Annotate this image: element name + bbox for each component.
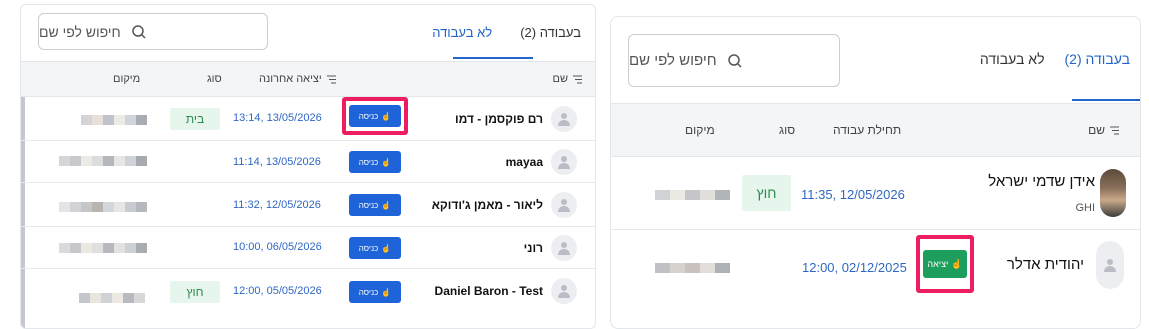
finger-tap-icon: ☝ (381, 157, 392, 167)
finger-tap-icon: ☝ (381, 200, 392, 210)
avatar (551, 106, 577, 132)
column-type: סוג (207, 73, 222, 85)
location-blurred (81, 115, 147, 125)
tab-working[interactable]: בעבודה (2) (1055, 17, 1141, 101)
work-start-time: 12:00, 02/12/2025 (802, 260, 907, 275)
table-header: שם יציאה אחרונה סוג מיקום (21, 61, 595, 97)
finger-tap-icon: ☝ (381, 111, 392, 121)
enter-button[interactable]: ☝ כניסה (349, 151, 401, 173)
sort-icon (1110, 126, 1119, 134)
avatar (551, 192, 577, 218)
employee-name: רם פוקסמן - דמו (454, 112, 543, 126)
enter-button[interactable]: ☝ כניסה (349, 105, 401, 127)
last-exit-time: 12:00, 05/05/2026 (233, 285, 322, 297)
last-exit-time: 11:14, 13/05/2026 (233, 156, 321, 168)
employee-name: Daniel Baron - Test (434, 284, 543, 298)
tab-working[interactable]: בעבודה (2) (506, 5, 595, 61)
avatar (1100, 169, 1126, 217)
employee-name: רוני (523, 241, 543, 255)
left-panel-not-working: חיפוש לפי שם בעבודה (2) לא בעבודה שם יצי… (20, 4, 596, 329)
user-icon (558, 285, 570, 298)
active-tab-underline (453, 57, 533, 59)
search-input[interactable]: חיפוש לפי שם (628, 34, 840, 87)
enter-button-label: כניסה (358, 243, 379, 253)
column-type: סוג (779, 123, 796, 137)
tab-not-working[interactable]: לא בעבודה (970, 17, 1055, 101)
search-icon (727, 53, 742, 68)
search-input[interactable]: חיפוש לפי שם (38, 13, 268, 50)
user-icon (1104, 259, 1116, 272)
user-icon (558, 113, 570, 126)
table-row[interactable]: אידן שדמי ישראל GHI 11:35, 12/05/2026 חו… (611, 157, 1140, 230)
employee-name: mayaa (505, 155, 543, 169)
table-header: שם תחילת עבודה סוג מיקום (611, 103, 1140, 157)
avatar (1096, 241, 1124, 289)
employee-subtitle: GHI (1075, 202, 1095, 214)
location-blurred (59, 156, 147, 166)
user-icon (558, 199, 570, 212)
enter-button[interactable]: ☝ כניסה (349, 281, 401, 303)
avatar (551, 278, 577, 304)
user-icon (558, 156, 570, 169)
sort-icon (573, 75, 582, 83)
work-start-time: 11:35, 12/05/2026 (801, 187, 905, 202)
column-name[interactable]: שם (1088, 104, 1124, 156)
location-blurred (59, 202, 147, 212)
column-last-exit-label: יציאה אחרונה (259, 73, 322, 85)
table-row[interactable]: mayaa ☝ כניסה 11:14, 13/05/2026 (21, 141, 595, 183)
table-row[interactable]: רוני ☝ כניסה 10:00, 06/05/2026 (21, 227, 595, 269)
search-placeholder: חיפוש לפי שם (39, 23, 121, 40)
location-blurred (59, 243, 147, 253)
active-tab-underline (1072, 99, 1140, 101)
enter-button[interactable]: ☝ כניסה (349, 237, 401, 259)
avatar (551, 149, 577, 175)
type-badge: בית (170, 108, 220, 130)
column-name-label: שם (552, 73, 569, 85)
last-exit-time: 11:32, 12/05/2026 (233, 199, 321, 211)
employee-name: ליאור - מאמן ג'ודוקא (431, 198, 543, 212)
column-location: מיקום (685, 123, 715, 137)
finger-tap-icon: ☝ (951, 258, 963, 269)
employee-name: אידן שדמי ישראל (988, 173, 1095, 190)
location-blurred (79, 293, 145, 303)
avatar (551, 235, 577, 261)
column-last-exit[interactable]: יציאה אחרונה (259, 62, 341, 96)
search-icon (132, 24, 146, 39)
last-exit-time: 10:00, 06/05/2026 (233, 241, 322, 253)
enter-button[interactable]: ☝ כניסה (349, 194, 401, 216)
column-work-start: תחילת עבודה (833, 123, 902, 137)
enter-button-label: כניסה (358, 200, 379, 210)
type-badge: חוץ (170, 281, 220, 303)
sort-icon (326, 75, 336, 83)
finger-tap-icon: ☝ (381, 287, 392, 297)
column-location: מיקום (113, 73, 141, 85)
column-name[interactable]: שם (553, 62, 588, 96)
table-row[interactable]: Daniel Baron - Test ☝ כניסה 12:00, 05/05… (21, 269, 595, 313)
enter-button-label: כניסה (358, 157, 379, 167)
exit-button[interactable]: ☝ יציאה (923, 250, 967, 278)
type-badge: חוץ (742, 175, 791, 211)
location-blurred (655, 263, 730, 273)
column-name-label: שם (1088, 123, 1105, 137)
employee-name: יהודית אדלר (1006, 256, 1084, 273)
user-icon (558, 242, 570, 255)
table-row[interactable]: ליאור - מאמן ג'ודוקא ☝ כניסה 11:32, 12/0… (21, 183, 595, 227)
finger-tap-icon: ☝ (381, 243, 392, 253)
exit-button-label: יציאה (927, 259, 949, 269)
table-row[interactable]: יהודית אדלר ☝ יציאה 12:00, 02/12/2025 (611, 230, 1140, 306)
location-blurred (655, 190, 730, 200)
enter-button-label: כניסה (358, 111, 379, 121)
enter-button-label: כניסה (358, 287, 379, 297)
last-exit-time: 13:14, 13/05/2026 (233, 112, 322, 124)
table-row[interactable]: רם פוקסמן - דמו ☝ כניסה 13:14, 13/05/202… (21, 97, 595, 141)
tab-not-working[interactable]: לא בעבודה (418, 5, 506, 61)
search-placeholder: חיפוש לפי שם (629, 52, 717, 69)
screen: חיפוש לפי שם בעבודה (2) לא בעבודה שם יצי… (0, 0, 1149, 329)
right-panel-working: חיפוש לפי שם בעבודה (2) לא בעבודה שם תחי… (610, 16, 1141, 329)
